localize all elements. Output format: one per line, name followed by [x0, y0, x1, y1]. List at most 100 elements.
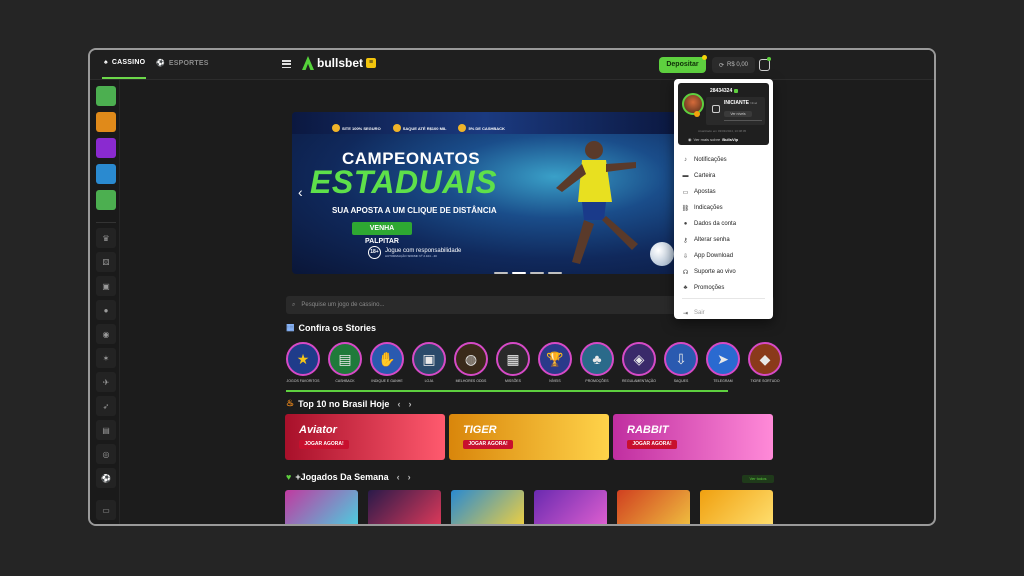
menu-divider [682, 298, 765, 299]
logout-button[interactable]: ⇥ Sair [682, 305, 765, 319]
story-item[interactable]: ▣ LOJA [411, 342, 447, 383]
withdraw-icon: ⇩ [664, 342, 698, 376]
avatar[interactable] [682, 93, 704, 115]
store-icon: ▣ [412, 342, 446, 376]
banner-title-line2: ESTADUAIS [310, 164, 498, 200]
authorization-text: AUTORIZAÇÃO SPA/MF Nº 2.104 - 40 [385, 254, 437, 258]
casino-icon: ♠ [104, 59, 108, 66]
carousel-dot[interactable] [494, 272, 508, 274]
profile-menu-item[interactable]: ☊ Suporte ao vivo [682, 264, 765, 280]
story-item[interactable]: ⇩ SAQUES [663, 342, 699, 383]
sidebar-promo-5[interactable] [96, 190, 116, 210]
sidebar-promo-2[interactable] [96, 112, 116, 132]
profile-menu-item[interactable]: ● Dados da conta [682, 216, 765, 232]
heart-icon: ♥ [286, 472, 292, 482]
fish-icon[interactable]: ✶ [96, 348, 116, 368]
weekly-next-arrow[interactable]: › [408, 472, 411, 482]
soccer-icon[interactable]: ⚽ [96, 468, 116, 488]
play-now-button[interactable]: JOGAR AGORA! [463, 440, 513, 449]
profile-menu-item[interactable]: ♪ Notificações [682, 152, 765, 168]
user-icon[interactable]: ● [96, 300, 116, 320]
profile-menu-item[interactable]: ⚷ Alterar senha [682, 232, 765, 248]
play-now-button[interactable]: JOGAR AGORA! [299, 440, 349, 449]
weekly-game-card[interactable] [534, 490, 607, 524]
game-title: TIGER [463, 424, 497, 436]
profile-menu-label: Apostas [694, 189, 716, 195]
bullsvip-link[interactable]: ◉ Ver mais sobre BullsVip [688, 137, 738, 142]
sidebar-promo-4[interactable] [96, 164, 116, 184]
carousel-dot[interactable] [548, 272, 562, 274]
level-progress-bar [724, 120, 762, 121]
story-item[interactable]: ◍ MELHORES ODDS [453, 342, 489, 383]
sidebar-promo-3[interactable] [96, 138, 116, 158]
regulation-icon: ◈ [622, 342, 656, 376]
weekly-game-card[interactable] [368, 490, 441, 524]
story-item[interactable]: ➤ TELEGRAM [705, 342, 741, 383]
slot-icon[interactable]: ▤ [96, 420, 116, 440]
carousel-dot-active[interactable] [512, 272, 526, 274]
stories-scroll-progress [286, 390, 728, 392]
banner-cta-button[interactable]: VENHA PALPITAR [352, 222, 412, 245]
menu-icon[interactable] [282, 60, 291, 68]
balance-display[interactable]: ⟳ R$ 0,00 [712, 57, 755, 73]
sidebar-promo-1[interactable] [96, 86, 116, 106]
profile-menu-item[interactable]: ▬ Carteira [682, 168, 765, 184]
profile-menu-item[interactable]: ♣ Promoções [682, 280, 765, 296]
carousel-dot[interactable] [530, 272, 544, 274]
banner-prev-arrow[interactable]: ‹ [298, 184, 303, 200]
brand-logo[interactable]: bullsbet ≡ [302, 56, 377, 70]
hero-banner[interactable]: SITE 100% SEGURO SAQUE ATÉ R$100 MIL 5% … [292, 112, 678, 274]
see-all-button[interactable]: Ver todos [742, 475, 774, 483]
profile-menu-item[interactable]: ▭ Apostas [682, 184, 765, 200]
wheel-icon[interactable]: ◉ [96, 324, 116, 344]
search-input[interactable]: Pesquise um jogo de cassino... [301, 302, 384, 308]
top10-game-card[interactable]: TIGER JOGAR AGORA! [449, 414, 609, 460]
copy-icon[interactable] [734, 89, 739, 93]
story-item[interactable]: ▦ MISSÕES [495, 342, 531, 383]
top10-game-card[interactable]: Aviator JOGAR AGORA! [285, 414, 445, 460]
story-item[interactable]: 🏆 NÍVEIS [537, 342, 573, 383]
story-label: TELEGRAM [713, 379, 733, 383]
chat-icon[interactable]: ▭ [96, 500, 116, 520]
profile-menu-item[interactable]: ⛓ Indicações [682, 200, 765, 216]
soccer-ball-image [650, 242, 674, 266]
top10-game-card[interactable]: RABBIT JOGAR AGORA! [613, 414, 773, 460]
play-now-button[interactable]: JOGAR AGORA! [627, 440, 677, 449]
weekly-row [285, 490, 773, 524]
profile-menu-label: Notificações [694, 157, 727, 163]
brand-name: bullsbet [317, 56, 364, 70]
rocket-icon[interactable]: ➶ [96, 396, 116, 416]
weekly-game-card[interactable] [700, 490, 773, 524]
story-item[interactable]: ★ JOGOS FAVORITOS [285, 342, 321, 383]
profile-menu-item[interactable]: ⇩ App Download [682, 248, 765, 264]
story-item[interactable]: ◈ REGULAMENTAÇÃO [621, 342, 657, 383]
story-item[interactable]: ♣ PROMOÇÕES [579, 342, 615, 383]
plane-icon[interactable]: ✈ [96, 372, 116, 392]
weekly-game-card[interactable] [451, 490, 524, 524]
tab-sports[interactable]: ⚽ ESPORTES [156, 59, 209, 68]
see-levels-button[interactable]: Ver níveis [724, 111, 752, 117]
crown-icon[interactable]: ♛ [96, 228, 116, 248]
search-icon: ⌕ [292, 301, 296, 308]
weekly-game-card[interactable] [285, 490, 358, 524]
user-id: 28434324 [710, 88, 739, 94]
story-item[interactable]: ✋ INDIQUE E GANHE [369, 342, 405, 383]
top10-next-arrow[interactable]: › [408, 399, 411, 409]
cards-icon[interactable]: ▣ [96, 276, 116, 296]
weekly-prev-arrow[interactable]: ‹ [397, 472, 400, 482]
story-item[interactable]: ◆ TIGRE SORTUDO [747, 342, 783, 383]
carousel-dots[interactable] [494, 272, 562, 274]
shield-icon [332, 124, 340, 132]
story-item[interactable]: ▤ CASHBACK [327, 342, 363, 383]
game-title: Aviator [299, 424, 337, 436]
dice-icon[interactable]: ⚄ [96, 252, 116, 272]
tab-casino[interactable]: ♠ CASSINO [104, 59, 145, 66]
story-label: LOJA [424, 379, 434, 383]
top10-prev-arrow[interactable]: ‹ [397, 399, 400, 409]
weekly-game-card[interactable] [617, 490, 690, 524]
stories-icon: ▦ [286, 322, 295, 332]
refresh-icon[interactable]: ⟳ [719, 62, 724, 69]
roulette-icon[interactable]: ◎ [96, 444, 116, 464]
logout-label: Sair [694, 310, 705, 316]
deposit-button[interactable]: Depositar [659, 57, 706, 73]
